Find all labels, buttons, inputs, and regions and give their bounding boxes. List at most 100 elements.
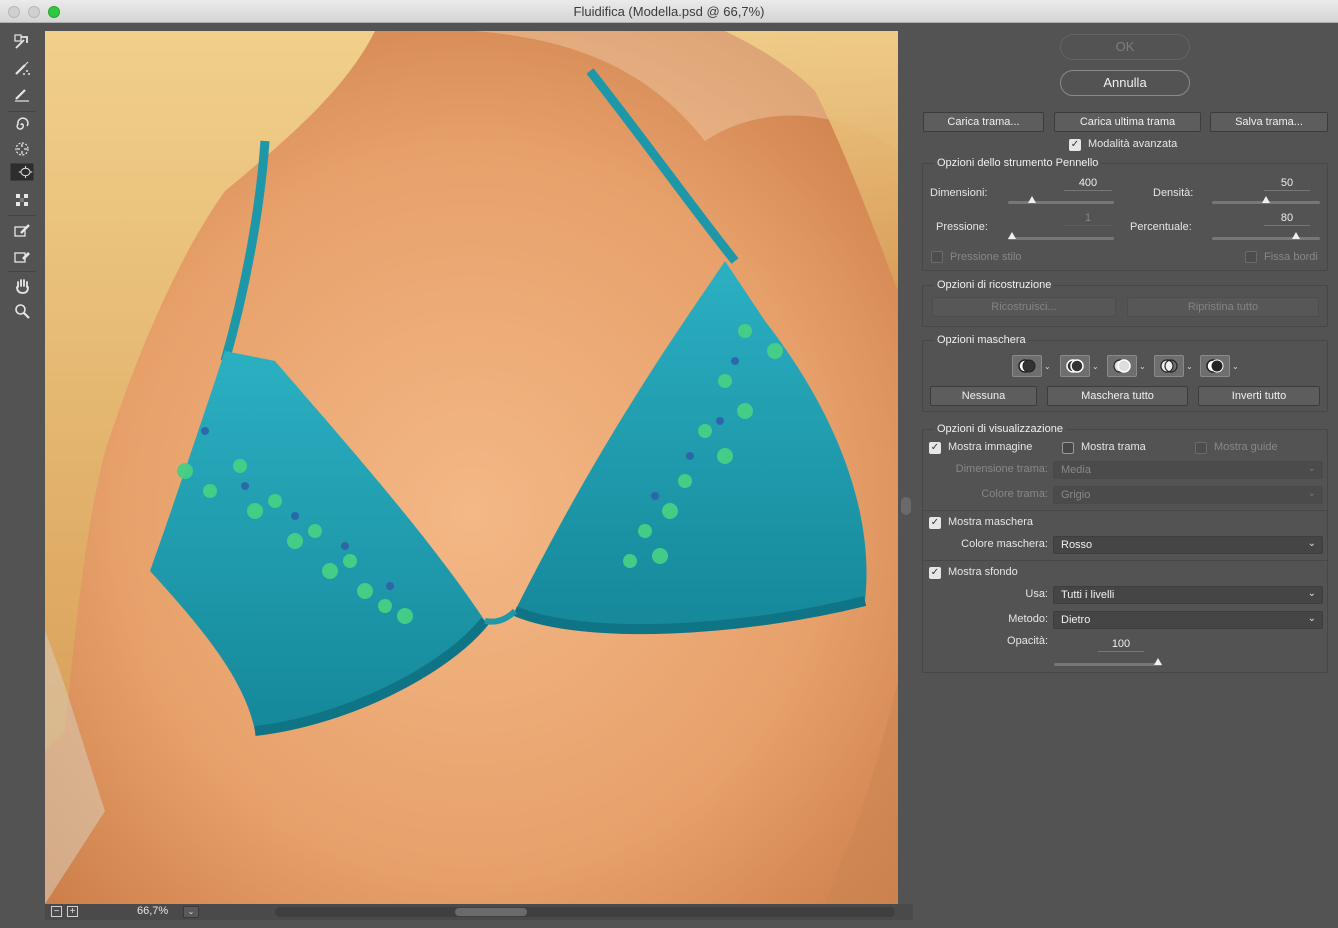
mask-color-label: Colore maschera: (961, 538, 1048, 550)
advanced-mode-label: Modalità avanzata (1088, 138, 1178, 150)
opacity-slider[interactable] (1054, 658, 1162, 666)
show-mesh-label: Mostra trama (1081, 441, 1146, 453)
chevron-down-icon: ⌄ (1307, 538, 1316, 549)
mask-none-button[interactable]: Nessuna (930, 386, 1037, 406)
reconstruct-options-title: Opzioni di ricostruzione (934, 279, 1055, 291)
thaw-mask-tool-icon[interactable] (10, 245, 34, 267)
zoom-out-button[interactable]: − (51, 906, 62, 917)
options-panel: OK Annulla Carica trama... Carica ultima… (914, 23, 1338, 928)
view-options-title: Opzioni di visualizzazione (934, 423, 1066, 435)
opacity-field[interactable]: 100 (1098, 638, 1144, 652)
zoom-level: 66,7% (137, 905, 169, 917)
cancel-button[interactable]: Annulla (1060, 70, 1190, 96)
push-left-tool-icon[interactable] (10, 189, 34, 211)
image-preview-canvas[interactable] (45, 31, 898, 904)
chevron-down-icon: ⌄ (1307, 613, 1316, 624)
use-layers-select[interactable]: Tutti i livelli ⌄ (1053, 586, 1323, 604)
invert-all-button[interactable]: Inverti tutto (1198, 386, 1320, 406)
panel-splitter-handle[interactable] (901, 497, 911, 515)
forward-warp-tool-icon[interactable] (10, 31, 34, 53)
show-mesh-checkbox[interactable] (1062, 442, 1074, 454)
rate-field[interactable]: 80 (1264, 212, 1310, 226)
show-image-checkbox[interactable]: ✓ (929, 442, 941, 454)
mode-select[interactable]: Dietro ⌄ (1053, 611, 1323, 629)
pressure-field[interactable]: 1 (1064, 212, 1112, 226)
rate-label: Percentuale: (1130, 221, 1192, 233)
mode-label: Metodo: (1008, 613, 1048, 625)
chevron-down-icon: ⌄ (1044, 362, 1051, 371)
intersect-selection-icon[interactable] (1154, 355, 1184, 377)
brush-options-title: Opzioni dello strumento Pennello (934, 157, 1102, 169)
twirl-clockwise-tool-icon[interactable] (10, 114, 34, 136)
size-label: Dimensioni: (930, 187, 988, 199)
zoom-tool-icon[interactable] (10, 300, 34, 322)
density-slider[interactable] (1212, 196, 1320, 204)
mask-color-select[interactable]: Rosso ⌄ (1053, 536, 1323, 554)
smooth-tool-icon[interactable] (10, 83, 34, 105)
invert-selection-icon[interactable] (1200, 355, 1230, 377)
reconstruct-button[interactable]: Ricostruisci... (932, 297, 1116, 317)
density-label: Densità: (1153, 187, 1194, 199)
rate-slider-knob[interactable] (1292, 232, 1300, 239)
pressure-label: Pressione: (936, 221, 988, 233)
mesh-color-value: Grigio (1061, 489, 1091, 501)
replace-selection-icon[interactable] (1012, 355, 1042, 377)
opacity-label: Opacità: (1007, 635, 1048, 647)
scrollbar-thumb[interactable] (455, 908, 527, 916)
use-layers-value: Tutti i livelli (1061, 589, 1115, 601)
load-mesh-button[interactable]: Carica trama... (923, 112, 1044, 132)
chevron-down-icon: ⌄ (1307, 488, 1316, 499)
mesh-color-select[interactable]: Grigio ⌄ (1053, 486, 1323, 504)
opacity-slider-knob[interactable] (1154, 658, 1162, 665)
mesh-color-label: Colore trama: (981, 488, 1048, 500)
pin-edges-checkbox[interactable] (1245, 251, 1257, 263)
title-bar: Fluidifica (Modella.psd @ 66,7%) (0, 0, 1338, 23)
stylus-pressure-checkbox[interactable] (931, 251, 943, 263)
density-field[interactable]: 50 (1264, 177, 1310, 191)
toolbar-divider (8, 111, 36, 112)
toolbar-divider (8, 271, 36, 272)
zoom-in-button[interactable]: + (67, 906, 78, 917)
advanced-mode-checkbox[interactable]: ✓ (1069, 139, 1081, 151)
window-title: Fluidifica (Modella.psd @ 66,7%) (573, 4, 765, 19)
chevron-down-icon: ⌄ (1092, 362, 1099, 371)
reconstruct-tool-icon[interactable] (10, 57, 34, 79)
show-backdrop-checkbox[interactable]: ✓ (929, 567, 941, 579)
density-slider-knob[interactable] (1262, 196, 1270, 203)
pucker-tool-icon[interactable] (10, 138, 34, 160)
pin-edges-label: Fissa bordi (1264, 251, 1318, 263)
size-slider[interactable] (1008, 196, 1114, 204)
canvas-status-bar: − + 66,7% ⌄ (45, 904, 913, 920)
show-guides-checkbox[interactable] (1195, 442, 1207, 454)
size-field[interactable]: 400 (1064, 177, 1112, 191)
show-mask-checkbox[interactable]: ✓ (929, 517, 941, 529)
save-mesh-button[interactable]: Salva trama... (1210, 112, 1328, 132)
freeze-mask-tool-icon[interactable] (10, 219, 34, 241)
add-to-selection-icon[interactable] (1060, 355, 1090, 377)
hand-tool-icon[interactable] (10, 275, 34, 297)
chevron-down-icon: ⌄ (1307, 463, 1316, 474)
bloat-tool-icon[interactable] (10, 163, 34, 181)
show-guides-label: Mostra guide (1214, 441, 1278, 453)
restore-all-button[interactable]: Ripristina tutto (1127, 297, 1319, 317)
size-slider-knob[interactable] (1027, 196, 1036, 203)
chevron-down-icon: ⌄ (187, 907, 195, 916)
show-backdrop-label: Mostra sfondo (948, 566, 1018, 578)
load-last-mesh-button[interactable]: Carica ultima trama (1054, 112, 1201, 132)
show-mask-label: Mostra maschera (948, 516, 1033, 528)
ok-button[interactable]: OK (1060, 34, 1190, 60)
rate-slider[interactable] (1212, 232, 1320, 240)
pressure-slider[interactable] (1008, 232, 1114, 240)
mesh-size-select[interactable]: Media ⌄ (1053, 461, 1323, 479)
subtract-from-selection-icon[interactable] (1107, 355, 1137, 377)
zoom-dropdown[interactable]: ⌄ (183, 906, 199, 918)
pressure-slider-knob[interactable] (1008, 232, 1016, 239)
chevron-down-icon: ⌄ (1232, 362, 1239, 371)
mesh-size-label: Dimensione trama: (955, 463, 1048, 475)
mask-all-button[interactable]: Maschera tutto (1047, 386, 1188, 406)
horizontal-scrollbar[interactable] (275, 907, 895, 917)
view-options-divider (923, 510, 1327, 511)
show-image-label: Mostra immagine (948, 441, 1033, 453)
mask-options-title: Opzioni maschera (934, 334, 1029, 346)
tools-panel (0, 23, 45, 928)
